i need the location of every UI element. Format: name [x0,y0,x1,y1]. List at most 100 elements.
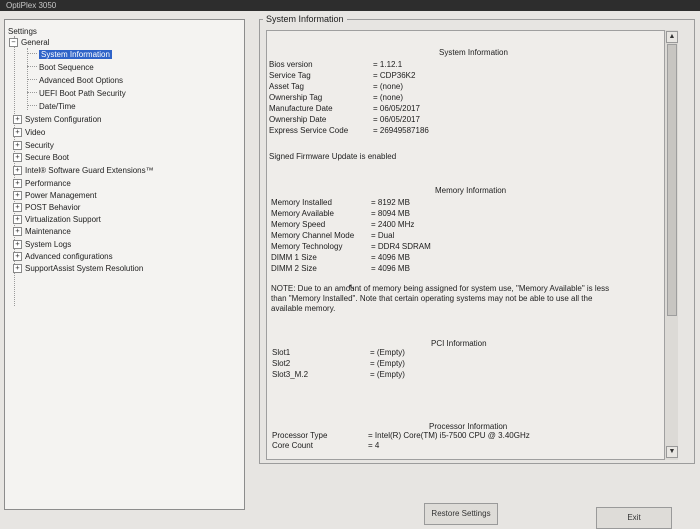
window-titlebar: OptiPlex 3050 [0,0,700,11]
expand-icon[interactable]: + [13,203,22,212]
scroll-up-icon[interactable]: ▲ [666,31,678,43]
info-value: = CDP36K2 [373,71,416,80]
tree-connector [27,66,37,67]
memory-note-line: NOTE: Due to an amount of memory being a… [271,284,610,293]
tree-item-advanced-boot-options[interactable]: Advanced Boot Options [27,75,123,86]
expand-icon[interactable]: + [13,179,22,188]
info-key: Manufacture Date [269,104,333,113]
content-scrollbar[interactable]: ▲ ▼ [664,30,678,460]
info-key: Service Tag [269,71,311,80]
system-information-content: System Information Bios version = 1.12.1 … [266,30,678,460]
info-key: Slot2 [272,359,291,368]
exit-button[interactable]: Exit [596,507,672,529]
tree-section-system-configuration[interactable]: + System Configuration [13,114,101,125]
mouse-cursor-icon: ↖ [348,282,356,292]
info-value: = 2400 MHz [371,220,415,229]
info-key: Slot1 [272,348,291,357]
tree-connector [27,53,37,54]
info-key: Memory Installed [271,198,332,207]
tree-item-date-time[interactable]: Date/Time [27,101,76,112]
info-value: = 06/05/2017 [373,104,420,113]
expand-icon[interactable]: + [13,166,22,175]
tree-section-video[interactable]: + Video [13,127,45,138]
section-title-memory: Memory Information [435,186,507,195]
info-value: = (none) [373,93,404,102]
expand-icon[interactable]: + [13,191,22,200]
info-value: = 4096 MB [371,253,410,262]
info-value: = DDR4 SDRAM [371,242,431,251]
tree-section-label: System Configuration [25,115,102,124]
expand-icon[interactable]: + [13,141,22,150]
tree-section-virtualization-support[interactable]: + Virtualization Support [13,214,101,225]
tree-section-advanced-configurations[interactable]: + Advanced configurations [13,251,113,262]
info-key: Slot3_M.2 [272,370,309,379]
tree-section-label: POST Behavior [25,203,81,212]
info-key: Memory Channel Mode [271,231,355,240]
info-value: = 8192 MB [371,198,410,207]
info-value: = (Empty) [370,348,405,357]
settings-tree[interactable]: Settings − General System Information Boo… [4,19,245,510]
tree-section-label: Virtualization Support [25,215,101,224]
tree-root-label: Settings [8,27,37,36]
tree-section-label: System Logs [25,240,72,249]
tree-section-label: Maintenance [25,227,71,236]
info-key: Asset Tag [269,82,304,91]
tree-item-boot-sequence[interactable]: Boot Sequence [27,62,94,73]
tree-section-supportassist[interactable]: + SupportAssist System Resolution [13,263,143,274]
firmware-status: Signed Firmware Update is enabled [269,152,397,161]
expand-icon[interactable]: + [13,252,22,261]
expand-icon[interactable]: + [13,227,22,236]
scrollbar-thumb[interactable] [667,44,677,316]
tree-connector [27,79,37,80]
info-value: = (none) [373,82,404,91]
tree-section-label: Advanced configurations [25,252,113,261]
tree-section-system-logs[interactable]: + System Logs [13,239,71,250]
tree-section-security[interactable]: + Security [13,140,54,151]
tree-section-label: Performance [25,179,71,188]
expand-icon[interactable]: + [13,264,22,273]
expand-icon[interactable]: + [13,115,22,124]
section-title-system: System Information [439,48,508,57]
expand-icon[interactable]: + [13,153,22,162]
tree-item-label: System Information [39,50,112,59]
info-value: = 4096 MB [371,264,410,273]
tree-section-label: Power Management [25,191,97,200]
memory-note-line: available memory. [271,304,336,313]
section-title-pci: PCI Information [431,339,487,348]
tree-section-maintenance[interactable]: + Maintenance [13,226,71,237]
tree-node-general[interactable]: − General [9,37,49,48]
tree-section-secure-boot[interactable]: + Secure Boot [13,152,69,163]
tree-section-post-behavior[interactable]: + POST Behavior [13,202,80,213]
info-value: = 1.12.1 [373,60,403,69]
tree-item-system-information[interactable]: System Information [27,49,112,60]
tree-section-performance[interactable]: + Performance [13,178,71,189]
info-value: = Dual [371,231,395,240]
tree-section-intel-sgx[interactable]: + Intel® Software Guard Extensions™ [13,165,154,176]
tree-item-label: Boot Sequence [39,63,94,72]
info-key: DIMM 2 Size [271,264,317,273]
info-key: Memory Available [271,209,334,218]
tree-connector [27,105,37,106]
group-title: System Information [263,14,347,24]
info-value: = 4 [368,441,380,450]
info-key: Memory Technology [271,242,343,251]
memory-note-line: than "Memory Installed". Note that certa… [271,294,593,303]
info-key: Core Count [272,441,313,450]
tree-section-label: Secure Boot [25,153,70,162]
tree-item-uefi-boot-path-security[interactable]: UEFI Boot Path Security [27,88,126,99]
expand-icon[interactable]: + [13,215,22,224]
tree-item-label: Advanced Boot Options [39,76,124,85]
expand-icon[interactable]: + [13,128,22,137]
scroll-down-icon[interactable]: ▼ [666,446,678,458]
info-value: = (Empty) [370,359,405,368]
info-key: Ownership Date [269,115,327,124]
restore-settings-button[interactable]: Restore Settings [424,503,498,525]
tree-root-settings[interactable]: Settings [8,26,37,37]
info-key: Express Service Code [269,126,349,135]
tree-section-label: Intel® Software Guard Extensions™ [25,166,154,175]
tree-section-power-management[interactable]: + Power Management [13,190,97,201]
info-value: = 26949587186 [373,126,429,135]
collapse-icon[interactable]: − [9,38,18,47]
expand-icon[interactable]: + [13,240,22,249]
tree-item-label: Date/Time [39,102,76,111]
